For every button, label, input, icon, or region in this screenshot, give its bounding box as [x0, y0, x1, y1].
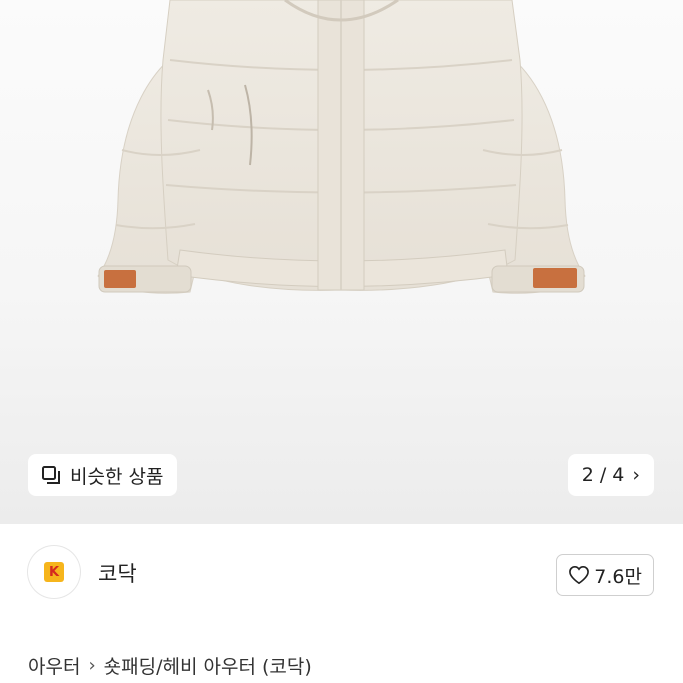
- shop-name[interactable]: 코닥: [98, 558, 137, 588]
- page-indicator-text: 2 / 4: [581, 464, 625, 486]
- chevron-right-icon: ›: [632, 464, 640, 486]
- shop-info-row: K 코닥 7.6만: [0, 524, 683, 624]
- heart-icon: [569, 565, 590, 585]
- like-count: 7.6만: [594, 565, 642, 588]
- product-image-gallery[interactable]: 비슷한 상품 2 / 4 ›: [0, 0, 683, 524]
- breadcrumb: 아우터 › 숏패딩/헤비 아우터 (코닥): [28, 652, 312, 679]
- like-button[interactable]: 7.6만: [556, 554, 654, 596]
- breadcrumb-separator-icon: ›: [88, 655, 96, 676]
- product-image: [97, 0, 586, 294]
- similar-items-icon: [40, 464, 62, 486]
- similar-products-button[interactable]: 비슷한 상품: [28, 454, 178, 496]
- breadcrumb-item-padding[interactable]: 숏패딩/헤비 아우터 (코닥): [104, 652, 312, 679]
- similar-products-label: 비슷한 상품: [70, 465, 164, 488]
- shop-avatar[interactable]: K: [28, 546, 80, 598]
- kodak-logo-icon: K: [44, 562, 64, 582]
- image-page-indicator[interactable]: 2 / 4 ›: [567, 454, 654, 496]
- breadcrumb-item-outer[interactable]: 아우터: [28, 652, 80, 679]
